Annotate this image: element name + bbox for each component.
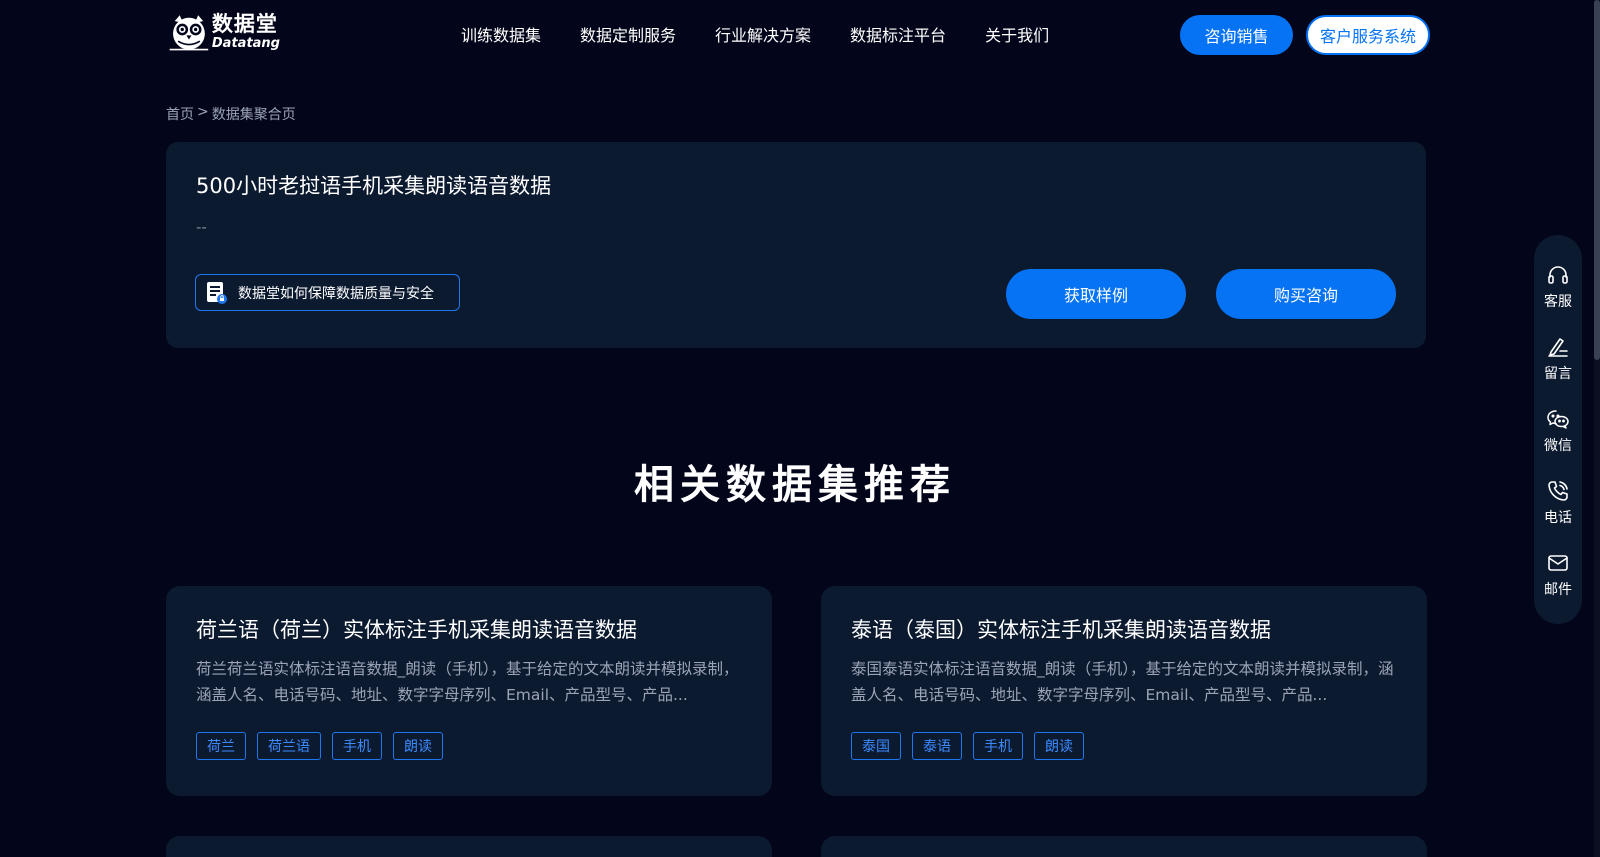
- float-label: 客服: [1544, 294, 1572, 310]
- get-sample-button[interactable]: 获取样例: [1006, 269, 1186, 319]
- logo-cn: 数据堂: [211, 12, 278, 36]
- wechat-icon: [1547, 410, 1569, 429]
- pen-icon: [1548, 338, 1568, 357]
- recommendation-title[interactable]: 荷兰语（荷兰）实体标注手机采集朗读语音数据: [196, 614, 637, 644]
- float-label: 邮件: [1544, 582, 1572, 598]
- data-quality-security-link[interactable]: 数据堂如何保障数据质量与安全: [195, 274, 460, 311]
- headset-icon: [1548, 266, 1568, 284]
- nav-industry-solutions[interactable]: 行业解决方案: [715, 22, 811, 46]
- tag[interactable]: 手机: [332, 732, 382, 760]
- breadcrumb: 首页 > 数据集聚合页: [166, 104, 296, 124]
- recommendation-card-partial[interactable]: [821, 836, 1427, 857]
- logo-en: Datatang: [211, 36, 280, 51]
- float-label: 微信: [1544, 438, 1572, 454]
- float-phone[interactable]: 电话: [1544, 479, 1572, 551]
- datatang-logo[interactable]: 数据堂 Datatang: [168, 9, 280, 55]
- breadcrumb-home[interactable]: 首页: [166, 104, 194, 124]
- recommendation-description: 泰国泰语实体标注语音数据_朗读（手机），基于给定的文本朗读并模拟录制，涵盖人名、…: [851, 660, 1394, 704]
- phone-icon: [1548, 481, 1568, 501]
- float-label: 留言: [1544, 366, 1572, 382]
- data-quality-security-label: 数据堂如何保障数据质量与安全: [238, 285, 434, 302]
- breadcrumb-current: 数据集聚合页: [211, 107, 296, 123]
- nav-custom-data-service[interactable]: 数据定制服务: [580, 22, 676, 46]
- recommendation-description: 荷兰荷兰语实体标注语音数据_朗读（手机），基于给定的文本朗读并模拟录制，涵盖人名…: [196, 660, 739, 704]
- page: 数据堂 Datatang 训练数据集 数据定制服务 行业解决方案 数据标注平台 …: [0, 0, 1600, 857]
- related-datasets-heading: 相关数据集推荐: [634, 462, 956, 508]
- main-nav: 训练数据集 数据定制服务 行业解决方案 数据标注平台 关于我们: [461, 22, 1049, 46]
- document-shield-icon: [207, 281, 227, 304]
- nav-about-us[interactable]: 关于我们: [985, 22, 1049, 46]
- tag[interactable]: 朗读: [1034, 732, 1084, 760]
- owl-logo-icon: [169, 15, 209, 51]
- tag[interactable]: 手机: [973, 732, 1023, 760]
- tag[interactable]: 泰语: [912, 732, 962, 760]
- scrollbar-thumb[interactable]: [1594, 0, 1600, 360]
- recommendation-card[interactable]: 荷兰语（荷兰）实体标注手机采集朗读语音数据 荷兰荷兰语实体标注语音数据_朗读（手…: [166, 586, 772, 796]
- recommendation-tags: 泰国 泰语 手机 朗读: [851, 732, 1095, 760]
- floating-contact-bar: 客服 留言 微信 电话 邮件: [1534, 235, 1582, 624]
- dataset-detail-card: 500小时老挝语手机采集朗读语音数据 -- 数据堂如何保障数据质量与安全 获取样…: [166, 142, 1426, 348]
- tag[interactable]: 朗读: [393, 732, 443, 760]
- nav-annotation-platform[interactable]: 数据标注平台: [850, 22, 946, 46]
- nav-training-datasets[interactable]: 训练数据集: [461, 22, 541, 46]
- tag[interactable]: 荷兰语: [257, 732, 321, 760]
- customer-service-system-button[interactable]: 客户服务系统: [1306, 15, 1430, 55]
- recommendation-card[interactable]: 泰语（泰国）实体标注手机采集朗读语音数据 泰国泰语实体标注语音数据_朗读（手机）…: [821, 586, 1427, 796]
- purchase-consult-button[interactable]: 购买咨询: [1216, 269, 1396, 319]
- tag[interactable]: 荷兰: [196, 732, 246, 760]
- top-header: 数据堂 Datatang 训练数据集 数据定制服务 行业解决方案 数据标注平台 …: [0, 0, 1600, 70]
- recommendation-card-partial[interactable]: [166, 836, 772, 857]
- recommendation-tags: 荷兰 荷兰语 手机 朗读: [196, 732, 454, 760]
- dataset-title: 500小时老挝语手机采集朗读语音数据: [196, 174, 552, 198]
- float-label: 电话: [1544, 510, 1572, 526]
- float-customer-service[interactable]: 客服: [1544, 263, 1572, 335]
- breadcrumb-separator: >: [197, 104, 209, 120]
- float-email[interactable]: 邮件: [1544, 551, 1572, 623]
- float-wechat[interactable]: 微信: [1544, 407, 1572, 479]
- tag[interactable]: 泰国: [851, 732, 901, 760]
- dataset-subtitle: --: [196, 218, 207, 236]
- consult-sales-button[interactable]: 咨询销售: [1180, 15, 1293, 55]
- mail-icon: [1548, 555, 1568, 571]
- logo-text: 数据堂 Datatang: [211, 12, 280, 51]
- float-leave-message[interactable]: 留言: [1544, 335, 1572, 407]
- recommendation-title[interactable]: 泰语（泰国）实体标注手机采集朗读语音数据: [851, 614, 1271, 644]
